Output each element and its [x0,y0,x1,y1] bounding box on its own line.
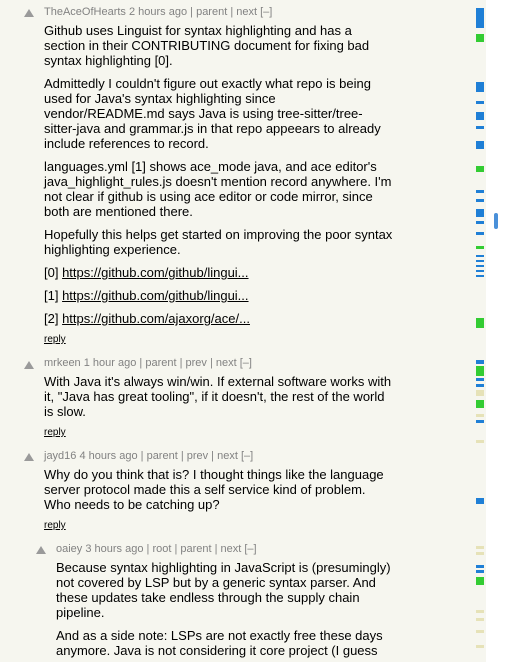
reference-link[interactable]: https://github.com/github/lingui... [62,288,248,303]
minimap-mark [476,8,484,28]
minimap-mark [476,112,484,120]
comment-age[interactable]: 2 hours ago [129,6,187,18]
comment-header: oaiey 3 hours ago | root | parent | next… [56,543,257,556]
minimap-mark [476,618,484,621]
comment-text: With Java it's always win/win. If extern… [44,374,394,440]
minimap-mark [476,546,484,549]
username[interactable]: jayd16 [44,450,76,462]
comment-text: Because syntax highlighting in JavaScrip… [56,560,401,666]
reference-label: [2] [44,311,63,326]
minimap-mark [476,420,484,423]
comment-nav-links[interactable]: | root | parent | next [–] [147,543,257,555]
upvote-arrow-icon[interactable] [36,546,46,554]
minimap-mark [476,440,484,443]
comment-nav-links[interactable]: | parent | prev | next [–] [139,357,252,369]
upvote-arrow-icon[interactable] [24,361,34,369]
comment-header: jayd16 4 hours ago | parent | prev | nex… [44,450,253,463]
minimap-mark [476,630,484,633]
minimap-mark [476,552,484,555]
minimap-mark [476,126,484,129]
username[interactable]: oaiey [56,543,82,555]
username[interactable]: mrkeen [44,357,81,369]
reply-link[interactable]: reply [44,518,394,533]
minimap-mark [476,645,484,648]
minimap-mark [476,414,484,417]
reference-label: [1] [44,288,63,303]
reply-link[interactable]: reply [44,332,394,347]
reply-link[interactable]: reply [44,425,394,440]
comment-minimap[interactable] [476,0,486,662]
comment-header: mrkeen 1 hour ago | parent | prev | next… [44,357,252,370]
minimap-mark [476,141,484,149]
comment-age[interactable]: 3 hours ago [85,543,143,555]
minimap-mark [476,318,484,328]
comment-text: Github uses Linguist for syntax highligh… [44,23,394,347]
minimap-mark [476,199,484,202]
minimap-mark [476,390,484,396]
minimap-mark [476,400,484,408]
upvote-arrow-icon[interactable] [24,9,34,17]
comment-text: Why do you think that is? I thought thin… [44,467,394,533]
paragraph: Github uses Linguist for syntax highligh… [44,23,370,68]
minimap-mark [476,166,484,172]
minimap-mark [476,221,484,224]
reference-link[interactable]: https://github.com/github/lingui... [62,265,248,280]
minimap-mark [476,260,484,262]
minimap-mark [476,360,484,364]
minimap-mark [476,378,484,381]
paragraph: Admittedly I couldn't figure out exactly… [44,76,381,151]
minimap-mark [476,246,484,249]
scrollbar[interactable] [486,0,506,662]
minimap-mark [476,570,484,573]
minimap-mark [476,498,484,504]
minimap-mark [476,101,484,104]
minimap-mark [476,384,484,387]
minimap-mark [476,577,484,585]
minimap-mark [476,265,484,267]
paragraph: Why do you think that is? I thought thin… [44,467,384,512]
minimap-mark [476,209,484,217]
minimap-mark [476,565,484,568]
minimap-mark [476,34,484,42]
minimap-mark [476,190,484,193]
minimap-mark [476,610,484,613]
minimap-mark [476,82,484,92]
username[interactable]: TheAceOfHearts [44,6,126,18]
paragraph: Hopefully this helps get started on impr… [44,227,393,257]
comment-nav-links[interactable]: | parent | next [–] [190,6,272,18]
paragraph: With Java it's always win/win. If extern… [44,374,392,419]
paragraph: And as a side note: LSPs are not exactly… [56,628,383,658]
comment-age[interactable]: 4 hours ago [79,450,137,462]
reference: [1] https://github.com/github/lingui... [44,288,394,303]
minimap-mark [476,366,484,376]
minimap-mark [476,275,484,277]
reference: [0] https://github.com/github/lingui... [44,265,394,280]
paragraph: languages.yml [1] shows ace_mode java, a… [44,159,392,219]
comment-header: TheAceOfHearts 2 hours ago | parent | ne… [44,6,272,19]
comment-age[interactable]: 1 hour ago [84,357,137,369]
scrollbar-thumb[interactable] [494,213,498,229]
comment-nav-links[interactable]: | parent | prev | next [–] [141,450,254,462]
reference-link[interactable]: https://github.com/ajaxorg/ace/... [62,311,250,326]
paragraph: Because syntax highlighting in JavaScrip… [56,560,391,620]
minimap-mark [476,232,484,235]
comment-thread: TheAceOfHearts 2 hours ago | parent | ne… [0,0,486,662]
reference: [2] https://github.com/ajaxorg/ace/... [44,311,394,326]
minimap-mark [476,270,484,272]
minimap-mark [476,255,484,257]
reference-label: [0] [44,265,63,280]
upvote-arrow-icon[interactable] [24,453,34,461]
